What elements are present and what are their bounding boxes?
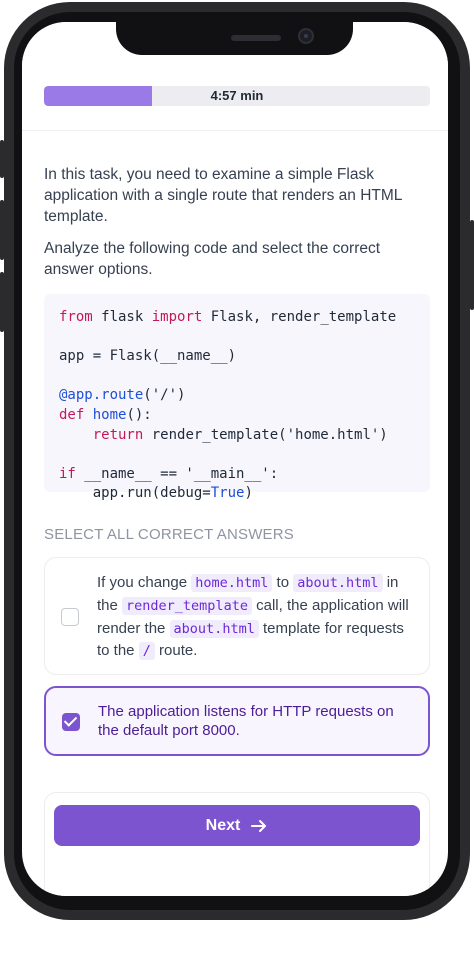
text-fragment: to: [272, 574, 294, 591]
answer-option-1-text: If you change home.html to about.html in…: [97, 572, 415, 663]
checkbox-checked[interactable]: [62, 713, 80, 731]
inline-code: home.html: [191, 574, 273, 592]
code-token: app = Flask(__name__): [59, 348, 237, 365]
phone-volume-up: [0, 200, 4, 260]
phone-screen: 4:57 min In this task, you need to exami…: [22, 22, 448, 896]
text-fragment: route.: [154, 642, 198, 660]
check-icon: [63, 713, 78, 727]
phone-volume-down: [0, 272, 4, 332]
next-button-label: Next: [205, 816, 241, 834]
camera-icon: [298, 28, 314, 44]
code-token: def: [59, 406, 85, 423]
timer-label: 4:57 min: [210, 88, 264, 103]
answer-option-1[interactable]: If you change home.html to about.html in…: [44, 557, 430, 675]
answer-option-2-text: The application listens for HTTP request…: [98, 703, 394, 739]
timer-progress-bar: 4:57 min: [44, 86, 430, 106]
task-prompt: Analyze the following code and select th…: [44, 240, 381, 278]
speaker-icon: [231, 35, 281, 41]
answer-option-2[interactable]: The application listens for HTTP request…: [44, 686, 430, 756]
code-token: __name__ == '__main__':: [75, 465, 279, 482]
phone-notch: [116, 22, 353, 55]
code-token: import: [151, 309, 203, 325]
section-label: SELECT ALL CORRECT ANSWERS: [44, 526, 294, 543]
code-token: ('/'): [143, 387, 186, 404]
code-block: from flask import Flask, render_template…: [44, 294, 430, 501]
next-button[interactable]: Next: [54, 805, 420, 846]
code-token: ): [244, 485, 253, 502]
inline-code: about.html: [169, 619, 259, 638]
code-token: home: [84, 406, 127, 423]
checkbox-unchecked[interactable]: [61, 608, 79, 626]
code-token: app.run(debug=: [92, 485, 211, 502]
code-token: True: [210, 485, 245, 502]
phone-side-button: [0, 140, 4, 178]
inline-code: about.html: [293, 574, 383, 592]
code-token: return: [92, 426, 144, 443]
text-fragment: If you change: [97, 574, 192, 591]
inline-code: render_template: [122, 596, 252, 615]
inline-code: /: [138, 642, 155, 661]
code-token: if: [59, 465, 76, 482]
code-token: flask: [92, 309, 152, 325]
arrow-right-icon: [251, 819, 267, 832]
code-token: @app.route: [59, 387, 144, 404]
code-token: ():: [126, 406, 152, 423]
phone-power-button: [470, 220, 474, 310]
task-content: In this task, you need to examine a simp…: [44, 164, 430, 756]
task-intro: In this task, you need to examine a simp…: [44, 166, 402, 225]
code-token: render_template('home.html'): [143, 426, 388, 443]
code-token: Flask, render_template: [202, 309, 397, 325]
code-token: from: [59, 309, 93, 325]
